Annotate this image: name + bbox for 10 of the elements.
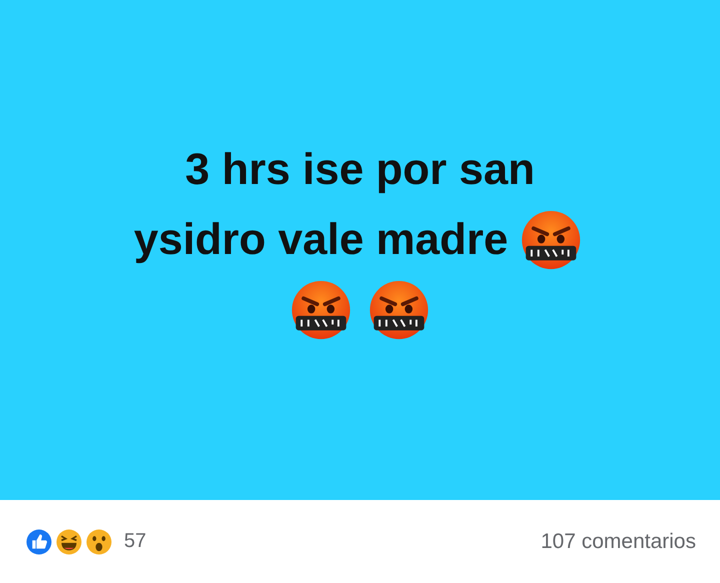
post-text: 3 hrs ise por san <box>185 144 535 196</box>
cursing-face-icon <box>368 279 430 341</box>
cursing-face-icon <box>290 279 352 341</box>
laughing-face-icon[interactable] <box>54 526 84 556</box>
comments-link[interactable]: 107 comentarios <box>540 530 696 554</box>
cursing-face-icon <box>520 209 582 271</box>
post-text: ysidro vale madre <box>134 214 508 266</box>
like-icon[interactable] <box>24 526 54 556</box>
surprised-face-icon[interactable] <box>84 526 114 556</box>
reaction-count[interactable]: 57 <box>124 530 146 553</box>
